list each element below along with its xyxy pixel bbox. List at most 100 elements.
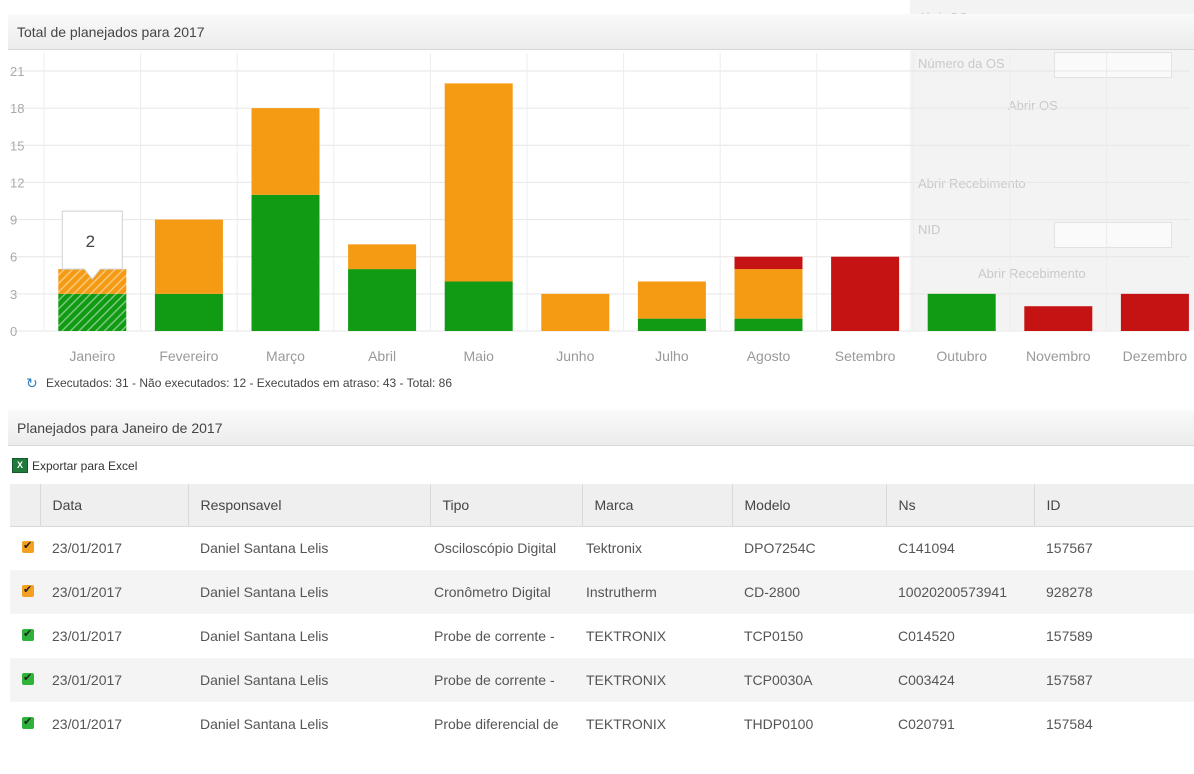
- x-tick-label: Setembro: [835, 348, 896, 364]
- header-data[interactable]: Data: [40, 484, 189, 527]
- x-tick-label: Julho: [655, 348, 689, 364]
- cell-marca: TEKTRONIX: [586, 672, 667, 688]
- bar-segment[interactable]: [734, 269, 803, 319]
- y-tick-label: 18: [10, 101, 24, 116]
- cell-tipo: Probe diferencial de: [434, 716, 559, 732]
- x-tick-label: Agosto: [747, 348, 791, 364]
- bar-segment[interactable]: [348, 244, 417, 270]
- row-status-cell: [10, 614, 40, 658]
- refresh-icon[interactable]: ↻: [26, 376, 40, 390]
- x-tick-label: Março: [266, 348, 305, 364]
- table-panel-title: Planejados para Janeiro de 2017: [8, 410, 1194, 446]
- bar-segment[interactable]: [348, 269, 417, 331]
- header-ns[interactable]: Ns: [886, 484, 1035, 527]
- bar-segment[interactable]: [637, 318, 706, 331]
- cell-responsavel: Daniel Santana Lelis: [200, 716, 329, 732]
- header-tipo[interactable]: Tipo: [430, 484, 583, 527]
- row-status-cell: [10, 526, 40, 570]
- x-tick-label: Abril: [368, 348, 396, 364]
- cell-data: 23/01/2017: [52, 672, 123, 688]
- cell-id: 157584: [1046, 716, 1093, 732]
- header-id[interactable]: ID: [1034, 484, 1194, 527]
- bar-segment[interactable]: [541, 293, 610, 331]
- bar-highlight: [58, 293, 127, 331]
- row-status-cell: [10, 570, 40, 614]
- cell-modelo: TCP0030A: [744, 672, 813, 688]
- bar-segment[interactable]: [154, 293, 223, 331]
- y-tick-label: 15: [10, 138, 24, 153]
- cell-modelo: DPO7254C: [744, 540, 816, 557]
- cell-tipo: Cronômetro Digital: [434, 584, 551, 600]
- cell-modelo: THDP0100: [744, 716, 814, 732]
- table-header-row: Data Responsavel Tipo Marca Modelo Ns ID: [10, 484, 1194, 527]
- bar-segment[interactable]: [734, 256, 803, 270]
- y-tick-label: 21: [10, 64, 24, 79]
- header-modelo[interactable]: Modelo: [732, 484, 887, 527]
- bar-segment[interactable]: [251, 194, 320, 331]
- cell-marca: Instrutherm: [586, 584, 657, 600]
- header-select: [10, 484, 41, 527]
- bar-segment[interactable]: [734, 318, 803, 331]
- table-row[interactable]: 23/01/2017 Daniel Santana Lelis Cronômetro…: [10, 570, 1194, 614]
- export-label: Exportar para Excel: [32, 458, 138, 473]
- row-status-checkbox[interactable]: [22, 583, 34, 597]
- cell-ns: C003424: [898, 672, 955, 688]
- planned-table: Data Responsavel Tipo Marca Modelo Ns ID…: [10, 484, 1194, 746]
- bar-segment[interactable]: [637, 281, 706, 319]
- row-status-checkbox[interactable]: [22, 627, 34, 641]
- x-tick-label: Maio: [464, 348, 495, 364]
- row-status-checkbox[interactable]: [22, 539, 34, 554]
- bar-segment[interactable]: [1024, 306, 1093, 331]
- row-status-cell: [10, 658, 40, 702]
- cell-marca: TEKTRONIX: [586, 716, 667, 732]
- x-tick-label: Novembro: [1026, 348, 1091, 364]
- cell-responsavel: Daniel Santana Lelis: [200, 584, 329, 600]
- bar-segment[interactable]: [154, 219, 223, 294]
- cell-responsavel: Daniel Santana Lelis: [200, 540, 329, 557]
- summary-text: Executados: 31 - Não executados: 12 - Ex…: [46, 376, 453, 390]
- chart-summary: ↻ Executados: 31 - Não executados: 12 - …: [26, 376, 452, 390]
- cell-marca: Tektronix: [586, 540, 643, 557]
- bar-segment[interactable]: [831, 256, 900, 331]
- x-tick-label: Janeiro: [69, 348, 115, 364]
- cell-data: 23/01/2017: [52, 540, 123, 557]
- excel-icon: X: [12, 458, 28, 473]
- bar-segment[interactable]: [444, 83, 513, 282]
- cell-ns: 10020200573941: [898, 584, 1008, 600]
- cell-modelo: CD-2800: [744, 584, 801, 600]
- stacked-bar-chart: 0 3 6 9 12 15 18 21 Janeiro Fevereiro Março Abril Ma…: [10, 53, 1190, 364]
- y-tick-label: 0: [10, 324, 17, 339]
- tooltip-value: 2: [86, 232, 95, 251]
- cell-ns: C141094: [898, 540, 955, 557]
- x-tick-label: Dezembro: [1123, 348, 1188, 364]
- row-status-checkbox[interactable]: [22, 671, 34, 685]
- cell-responsavel: Daniel Santana Lelis: [200, 628, 329, 644]
- cell-marca: TEKTRONIX: [586, 628, 667, 644]
- export-excel-button[interactable]: X Exportar para Excel: [12, 458, 137, 473]
- table-row[interactable]: 23/01/2017 Daniel Santana Lelis Probe de c…: [10, 614, 1194, 658]
- x-tick-label: Fevereiro: [159, 348, 218, 364]
- bar-segment[interactable]: [927, 293, 996, 331]
- cell-id: 157567: [1046, 540, 1093, 557]
- y-tick-label: 3: [10, 287, 17, 302]
- tooltip: 2: [61, 210, 123, 280]
- cell-tipo: Osciloscópio Digital: [434, 540, 557, 557]
- cell-ns: C020791: [898, 716, 955, 732]
- cell-tipo: Probe de corrente -: [434, 628, 555, 644]
- bar-segment[interactable]: [251, 108, 320, 195]
- x-tick-label: Outubro: [936, 348, 987, 364]
- header-marca[interactable]: Marca: [582, 484, 733, 527]
- cell-id: 157587: [1046, 672, 1093, 688]
- table-row[interactable]: 23/01/2017 Daniel Santana Lelis Probe dife…: [10, 702, 1194, 746]
- cell-id: 157589: [1046, 628, 1093, 644]
- row-status-checkbox[interactable]: [22, 715, 34, 729]
- bar-segment[interactable]: [1120, 293, 1189, 331]
- cell-data: 23/01/2017: [52, 584, 123, 600]
- table-row[interactable]: 23/01/2017 Daniel Santana Lelis Osciloscóp…: [10, 526, 1194, 570]
- y-tick-label: 6: [10, 250, 17, 265]
- header-responsavel[interactable]: Responsavel: [188, 484, 431, 527]
- table-row[interactable]: 23/01/2017 Daniel Santana Lelis Probe de c…: [10, 658, 1194, 702]
- x-tick-label: Junho: [556, 348, 594, 364]
- cell-data: 23/01/2017: [52, 716, 123, 732]
- bar-segment[interactable]: [444, 281, 513, 331]
